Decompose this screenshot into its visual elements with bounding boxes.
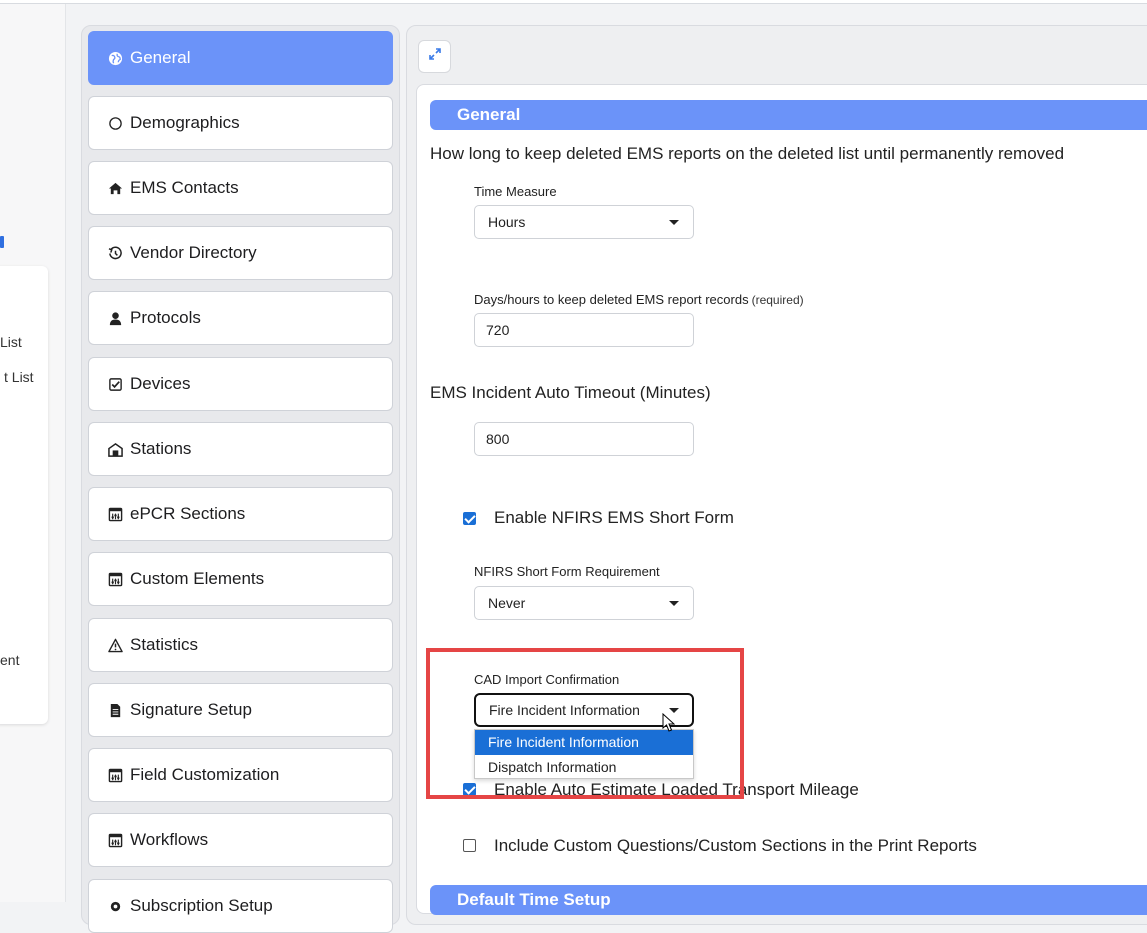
globe-icon <box>107 50 123 66</box>
nav-item-label: Statistics <box>130 635 199 654</box>
nav-item-protocols[interactable]: Protocols <box>88 291 393 345</box>
section-header-default-time: Default Time Setup <box>430 885 1147 915</box>
nav-item-label: Custom Elements <box>130 569 265 588</box>
user-icon <box>107 310 123 326</box>
dropdown-option[interactable]: Dispatch Information <box>475 755 693 780</box>
left-partial-item[interactable]: List <box>0 334 22 350</box>
nav-item-label: EMS Contacts <box>130 178 239 197</box>
left-partial-item[interactable]: ent <box>0 652 19 668</box>
sliders-window-icon <box>107 506 123 522</box>
auto-timeout-input[interactable]: 800 <box>474 422 694 456</box>
cad-import-select[interactable]: Fire Incident Information <box>474 693 694 727</box>
nav-item-ems-contacts[interactable]: EMS Contacts <box>88 161 393 215</box>
time-measure-select[interactable]: Hours <box>474 205 694 239</box>
mouse-cursor-icon <box>662 712 676 738</box>
time-measure-label: Time Measure <box>474 184 557 199</box>
nav-item-label: ePCR Sections <box>130 504 246 523</box>
auto-timeout-label: EMS Incident Auto Timeout (Minutes) <box>430 383 711 402</box>
nav-item-label: Subscription Setup <box>130 896 273 915</box>
nav-item-workflows[interactable]: Workflows <box>88 813 393 867</box>
nav-item-label: Signature Setup <box>130 700 252 719</box>
days-hours-label: Days/hours to keep deleted EMS report re… <box>474 292 804 307</box>
caret-down-icon <box>669 601 679 606</box>
caret-down-icon <box>669 220 679 225</box>
check-square-icon <box>107 376 123 392</box>
left-partial-link[interactable] <box>0 236 4 248</box>
nav-item-label: Demographics <box>130 113 240 132</box>
days-hours-label-text: Days/hours to keep deleted EMS report re… <box>474 292 749 307</box>
nav-item-signature-setup[interactable]: Signature Setup <box>88 683 393 737</box>
required-tag: (required) <box>751 293 804 307</box>
top-bar <box>0 0 1147 4</box>
dropdown-option[interactable]: Fire Incident Information <box>475 730 693 755</box>
nfirs-requirement-select[interactable]: Never <box>474 586 694 620</box>
custom-questions-checkbox[interactable] <box>463 839 476 852</box>
nfirs-requirement-value: Never <box>488 595 526 611</box>
nav-item-custom-elements[interactable]: Custom Elements <box>88 552 393 606</box>
nav-item-vendor-directory[interactable]: Vendor Directory <box>88 226 393 280</box>
sliders-window-icon <box>107 767 123 783</box>
sliders-window-icon <box>107 832 123 848</box>
auto-estimate-checkbox[interactable] <box>463 783 476 796</box>
nav-item-label: Stations <box>130 439 192 458</box>
days-hours-input[interactable]: 720 <box>474 313 694 347</box>
nfirs-short-form-label: Enable NFIRS EMS Short Form <box>494 508 734 527</box>
nav-item-label: Devices <box>130 374 191 393</box>
history-icon <box>107 245 123 261</box>
cad-import-dropdown: Fire Incident Information Dispatch Infor… <box>474 729 694 779</box>
left-partial-item[interactable]: t List <box>4 369 34 385</box>
nav-item-field-customization[interactable]: Field Customization <box>88 748 393 802</box>
time-measure-value: Hours <box>488 214 526 230</box>
circle-icon <box>107 115 123 131</box>
expand-button[interactable] <box>418 40 451 73</box>
nav-item-label: General <box>130 48 191 67</box>
nav-item-subscription-setup[interactable]: Subscription Setup <box>88 879 393 933</box>
nav-item-general[interactable]: General <box>88 31 393 85</box>
nav-item-label: Vendor Directory <box>130 243 257 262</box>
custom-questions-label: Include Custom Questions/Custom Sections… <box>494 836 977 855</box>
nav-item-demographics[interactable]: Demographics <box>88 96 393 150</box>
nav-item-label: Field Customization <box>130 765 280 784</box>
auto-estimate-label: Enable Auto Estimate Loaded Transport Mi… <box>494 780 859 799</box>
nav-item-epcr-sections[interactable]: ePCR Sections <box>88 487 393 541</box>
station-icon <box>107 441 123 457</box>
home-icon <box>107 180 123 196</box>
nfirs-requirement-label: NFIRS Short Form Requirement <box>474 564 660 579</box>
nav-item-label: Protocols <box>130 308 201 327</box>
nav-item-stations[interactable]: Stations <box>88 422 393 476</box>
section-header-general: General <box>430 100 1147 130</box>
nav-item-devices[interactable]: Devices <box>88 357 393 411</box>
gear-icon <box>107 898 123 914</box>
nav-item-label: Workflows <box>130 830 209 849</box>
nfirs-short-form-checkbox[interactable] <box>463 512 476 525</box>
cad-import-label: CAD Import Confirmation <box>474 672 620 687</box>
cad-import-value: Fire Incident Information <box>489 702 640 718</box>
warning-icon <box>107 637 123 653</box>
expand-icon <box>428 47 442 66</box>
document-icon <box>107 702 123 718</box>
nav-item-statistics[interactable]: Statistics <box>88 618 393 672</box>
deleted-retention-question: How long to keep deleted EMS reports on … <box>430 144 1065 163</box>
sliders-window-icon <box>107 571 123 587</box>
